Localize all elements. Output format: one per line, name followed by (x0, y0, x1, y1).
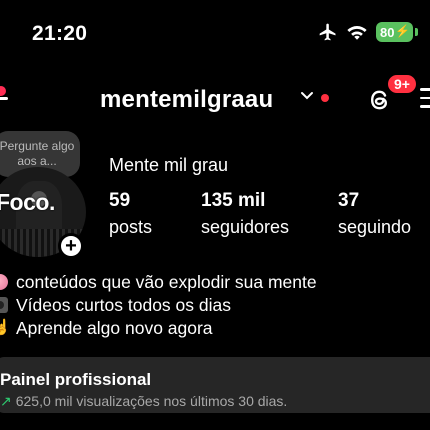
trend-up-icon: ↗ (0, 393, 12, 409)
bio-text: Vídeos curtos todos os dias (16, 295, 231, 315)
bio-text: conteúdos que vão explodir sua mente (16, 272, 317, 292)
status-icons: 80 ⚡ (318, 22, 418, 42)
brain-emoji-icon (0, 274, 8, 290)
wifi-icon (347, 26, 367, 40)
posts-count: 59 (109, 190, 131, 211)
panel-subtitle: ↗ 625,0 mil visualizações nos últimos 30 … (0, 393, 287, 410)
posts-stat[interactable]: 59 posts (109, 190, 152, 238)
posts-label: posts (109, 217, 153, 237)
panel-subtitle-text: 625,0 mil visualizações nos últimos 30 d… (15, 393, 288, 409)
battery-indicator: 80 ⚡ (376, 22, 413, 42)
panel-title: Painel profissional (0, 370, 152, 389)
following-count: 37 (338, 190, 360, 211)
following-stat[interactable]: 37 seguindo (338, 190, 411, 238)
followers-stat[interactable]: 135 mil seguidores (201, 190, 289, 238)
add-story-button[interactable]: + (58, 233, 84, 259)
charging-bolt-icon: ⚡ (395, 24, 410, 38)
profile-header: mentemilgraau (0, 78, 430, 122)
camera-emoji-icon (0, 297, 8, 313)
followers-count: 135 mil (201, 190, 266, 211)
battery-level: 80 (380, 24, 395, 40)
pointing-up-emoji-icon: ☝ (0, 319, 11, 336)
followers-label: seguidores (201, 217, 290, 237)
menu-icon[interactable] (420, 88, 430, 114)
create-button[interactable] (0, 97, 8, 100)
airplane-icon (319, 23, 336, 41)
status-time: 21:20 (32, 22, 88, 45)
battery-cap (415, 28, 418, 36)
following-label: seguindo (338, 217, 412, 237)
bio-text: Aprende algo novo agora (16, 318, 213, 338)
chevron-down-icon[interactable] (300, 91, 314, 101)
avatar-text: Foco. (0, 189, 55, 215)
professional-dashboard-card[interactable]: Painel profissional ↗ 625,0 mil visualiza… (0, 357, 430, 413)
username-switcher[interactable]: mentemilgraau (100, 86, 273, 114)
display-name: Mente mil grau (109, 155, 229, 175)
create-notification-dot (0, 86, 6, 96)
threads-badge: 9+ (386, 73, 418, 95)
account-notification-dot (321, 94, 329, 102)
status-bar: 21:20 80 ⚡ (0, 0, 430, 62)
